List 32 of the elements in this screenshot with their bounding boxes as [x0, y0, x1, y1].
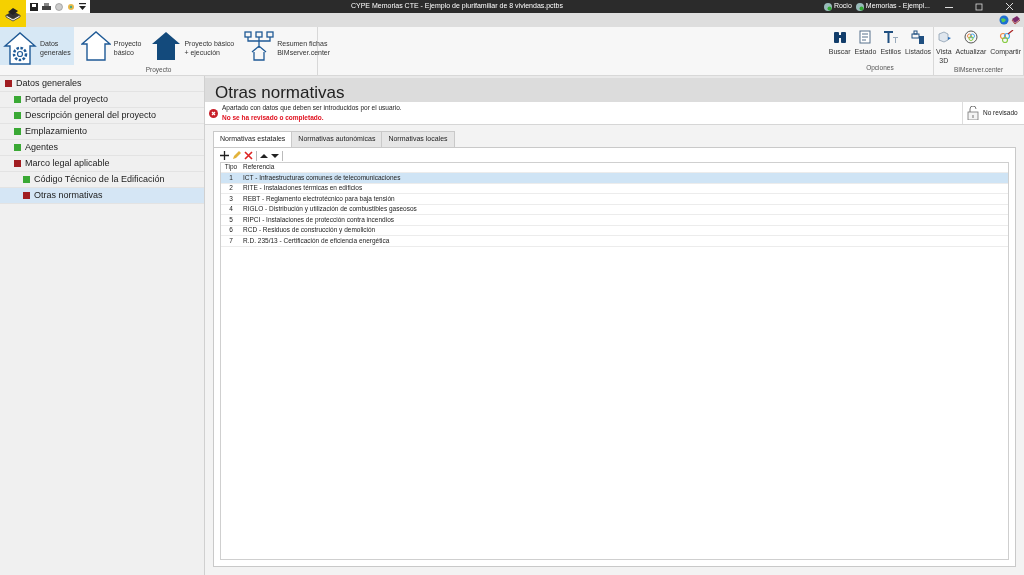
- app-logo-icon[interactable]: [0, 0, 26, 27]
- house-icon: [151, 30, 182, 62]
- delete-icon[interactable]: [244, 151, 253, 160]
- diagram-icon: [244, 30, 275, 62]
- user-icon: [823, 2, 832, 11]
- move-down-icon[interactable]: [271, 152, 279, 159]
- error-icon: [209, 108, 218, 118]
- dropdown-icon[interactable]: [79, 3, 86, 10]
- add-icon[interactable]: [220, 151, 229, 160]
- printer-icon[interactable]: [42, 2, 51, 11]
- printer-icon: [911, 30, 926, 44]
- tree-item[interactable]: Agentes: [0, 140, 204, 156]
- settings-icon[interactable]: [67, 2, 75, 11]
- tree-item[interactable]: Datos generales: [0, 76, 204, 92]
- tree-item[interactable]: Marco legal aplicable: [0, 156, 204, 172]
- move-up-icon[interactable]: [260, 152, 268, 159]
- document-icon: [859, 30, 872, 44]
- text-style-icon: [883, 30, 898, 44]
- tree-item[interactable]: Emplazamiento: [0, 124, 204, 140]
- tree-item[interactable]: Descripción general del proyecto: [0, 108, 204, 124]
- gear-house-icon: [3, 30, 37, 66]
- page-title: Otras normativas: [205, 78, 1024, 102]
- refresh-icon: [963, 30, 978, 44]
- unlocked-icon[interactable]: [967, 106, 979, 120]
- save-icon[interactable]: [30, 2, 38, 11]
- book-icon[interactable]: [1011, 15, 1021, 25]
- document-icon: [855, 2, 864, 11]
- house-icon: [80, 30, 111, 62]
- share-icon: [997, 30, 1014, 44]
- tree-item[interactable]: Otras normativas: [0, 188, 204, 204]
- cube-icon: [936, 30, 951, 44]
- tree-item[interactable]: Portada del proyecto: [0, 92, 204, 108]
